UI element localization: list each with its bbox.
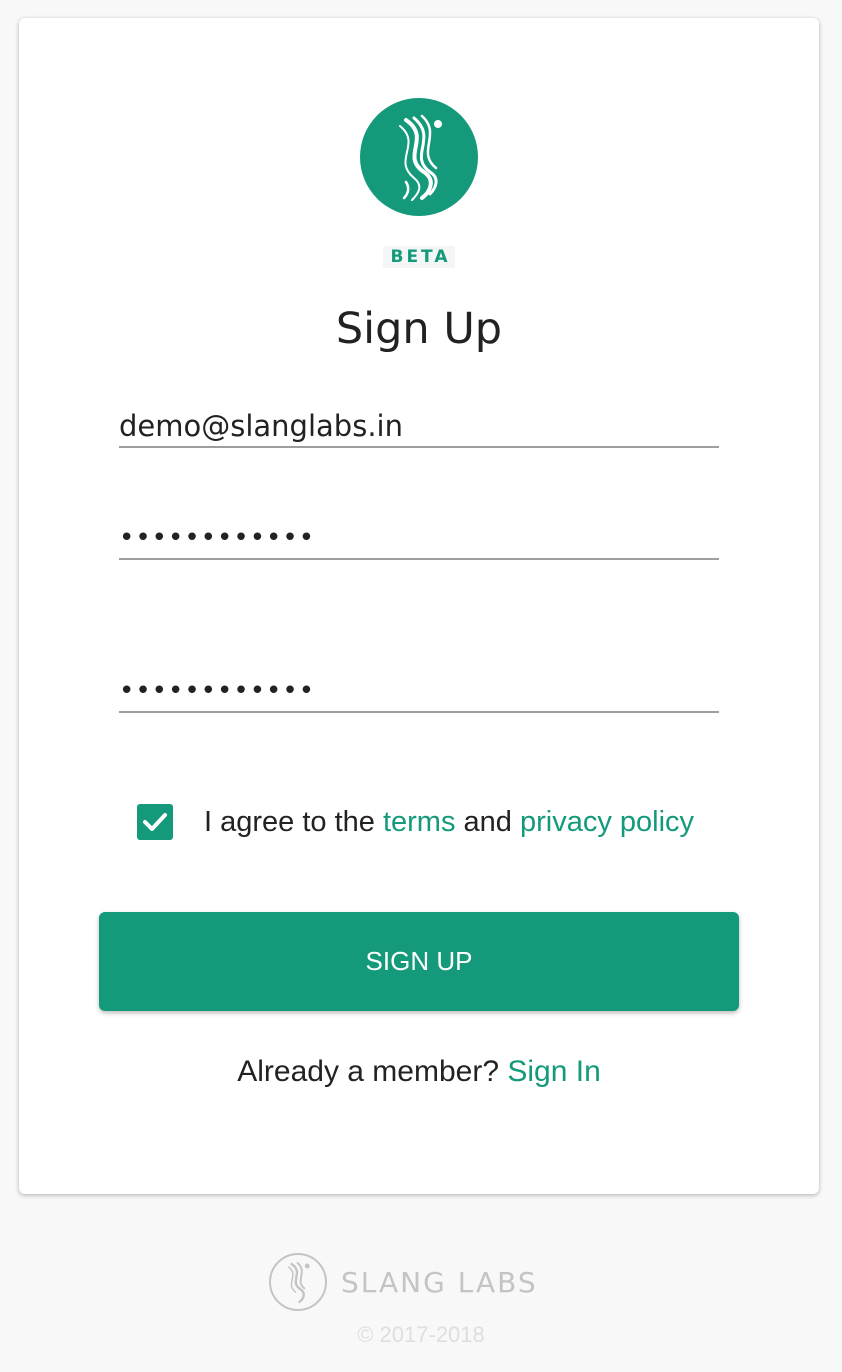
beta-badge: BETA	[383, 246, 455, 268]
email-field[interactable]	[119, 406, 719, 446]
beta-badge-row: BETA	[19, 246, 819, 268]
email-field-wrapper	[119, 406, 719, 448]
sign-in-link[interactable]: Sign In	[507, 1055, 600, 1088]
sign-up-button[interactable]: SIGN UP	[99, 912, 739, 1011]
password-field-wrapper	[119, 518, 719, 560]
confirm-password-field-wrapper	[119, 671, 719, 713]
agree-checkbox[interactable]	[137, 804, 173, 840]
page-title: Sign Up	[335, 304, 503, 354]
agree-and: and	[455, 805, 520, 838]
signin-prompt: Already a member? Sign In	[19, 1055, 819, 1089]
terms-link[interactable]: terms	[383, 806, 456, 838]
agree-text: I agree to the terms and privacy policy	[204, 806, 694, 839]
slang-logo-icon	[360, 98, 478, 216]
confirm-password-field[interactable]	[119, 671, 719, 711]
privacy-policy-link[interactable]: privacy policy	[520, 806, 694, 838]
footer-logo-icon	[269, 1253, 327, 1311]
agree-prefix: I agree to the	[204, 805, 383, 838]
signup-card: BETA Sign Up I agree to the terms and pr…	[19, 18, 819, 1194]
footer-brand: SLANG LABS	[269, 1253, 538, 1311]
signin-prompt-text: Already a member?	[237, 1055, 508, 1088]
check-icon	[143, 813, 167, 831]
footer-brand-name: SLANG LABS	[341, 1265, 538, 1299]
copyright-text: © 2017-2018	[357, 1322, 485, 1347]
password-field[interactable]	[119, 518, 719, 558]
agree-terms-row: I agree to the terms and privacy policy	[137, 804, 694, 840]
